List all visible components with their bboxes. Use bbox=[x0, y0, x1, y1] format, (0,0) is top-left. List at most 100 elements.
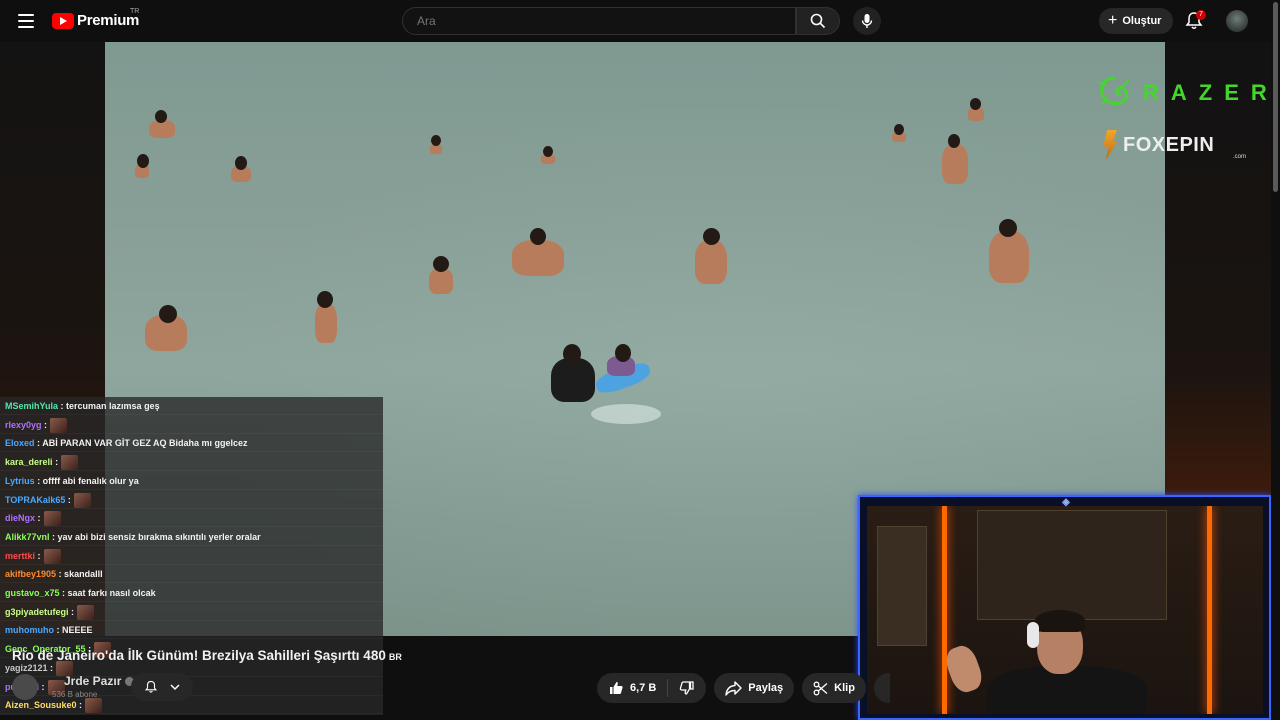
chat-username[interactable]: yagiz2121 bbox=[5, 663, 48, 673]
chat-emote bbox=[61, 455, 79, 471]
chat-text: : tercuman lazımsa geş bbox=[60, 401, 160, 411]
youtube-watch-page: Premium TR + Oluştur 7 bbox=[0, 0, 1280, 720]
chat-text: : bbox=[71, 606, 75, 617]
chat-text: : ABİ PARAN VAR GİT GEZ AQ Bidaha mı gge… bbox=[37, 438, 248, 449]
search-input[interactable] bbox=[417, 14, 777, 28]
like-count: 6,7 B bbox=[630, 682, 657, 694]
chat-text: : bbox=[67, 494, 71, 505]
chat-emote bbox=[43, 511, 61, 527]
channel-name-text: Jrde Pazır bbox=[64, 674, 122, 688]
chat-text: : bbox=[37, 513, 41, 524]
razer-text: RAZER bbox=[1143, 80, 1271, 105]
channel-avatar[interactable] bbox=[12, 674, 38, 700]
chat-text: : bbox=[37, 550, 41, 561]
chat-message: gustavo_x75 : saat farkı nasıl olcak bbox=[0, 584, 383, 602]
plus-icon: + bbox=[1108, 12, 1118, 29]
avatar[interactable] bbox=[1226, 10, 1248, 32]
youtube-play-icon bbox=[52, 12, 74, 29]
chat-username[interactable]: TOPRAKalk65 bbox=[5, 495, 65, 505]
chat-message: muhomuho : NEEEE bbox=[0, 621, 383, 640]
chat-overlay: MSemihYula : tercuman lazımsa geş rlexy0y… bbox=[0, 397, 383, 715]
razer-sponsor: RAZER bbox=[1095, 74, 1271, 112]
chat-username[interactable]: Aizen_Sousuke0 bbox=[5, 700, 77, 710]
neon-light bbox=[942, 506, 947, 714]
dislike-button[interactable] bbox=[668, 673, 706, 703]
clip-button[interactable]: Klip bbox=[802, 673, 866, 703]
chat-username[interactable]: muhomuho bbox=[5, 625, 54, 635]
xd-logo-icon: ◈ bbox=[1062, 497, 1070, 508]
channel-name[interactable]: Jrde Pazır bbox=[64, 674, 135, 688]
share-icon bbox=[725, 680, 742, 696]
chat-username[interactable]: merttki bbox=[5, 551, 35, 561]
youtube-premium-logo[interactable]: Premium bbox=[52, 12, 139, 29]
chat-emote bbox=[77, 604, 95, 620]
voice-search-button[interactable] bbox=[853, 7, 881, 35]
like-button[interactable]: 6,7 B bbox=[597, 673, 667, 703]
chat-username[interactable]: gustavo_x75 bbox=[5, 588, 60, 598]
share-label: Paylaş bbox=[748, 682, 784, 694]
chat-username[interactable]: MSemihYula bbox=[5, 401, 58, 411]
chat-username[interactable]: g3piyadetufegi bbox=[5, 607, 69, 617]
create-label: Oluştur bbox=[1122, 15, 1162, 27]
menu-icon[interactable] bbox=[14, 9, 38, 33]
create-button[interactable]: + Oluştur bbox=[1099, 8, 1173, 34]
chat-username[interactable]: akifbey1905 bbox=[5, 569, 56, 579]
chat-message: merttki : bbox=[0, 547, 383, 565]
chat-emote bbox=[85, 698, 103, 714]
shelf bbox=[977, 510, 1167, 620]
like-dislike-group: 6,7 B bbox=[597, 673, 707, 703]
chat-message: kara_dereli : bbox=[0, 453, 383, 472]
scrollbar-thumb[interactable] bbox=[1273, 2, 1278, 192]
headset bbox=[1027, 622, 1039, 648]
chat-username[interactable]: rlexy0yg bbox=[5, 420, 42, 430]
chat-text: : bbox=[41, 681, 45, 692]
chat-text: : offff abi fenalık olur ya bbox=[37, 475, 139, 486]
chat-text: : bbox=[55, 457, 59, 468]
chat-message: g3piyadetufegi : bbox=[0, 603, 383, 621]
search-button[interactable] bbox=[796, 7, 840, 35]
foxepin-sponsor: FOXEPIN bbox=[1103, 130, 1214, 160]
chat-text: : skandalll bbox=[58, 569, 103, 580]
notification-badge: 7 bbox=[1196, 10, 1206, 20]
razer-snake-icon bbox=[1098, 76, 1130, 105]
wave-foam bbox=[591, 404, 661, 424]
webcam-feed bbox=[867, 506, 1263, 714]
chat-emote bbox=[43, 548, 61, 564]
chat-text: : bbox=[79, 700, 83, 711]
video-title-suffix: BR bbox=[388, 652, 402, 662]
shelf bbox=[877, 526, 927, 646]
video-actions: 6,7 B Paylaş Klip bbox=[597, 673, 890, 703]
foxepin-text: FOXEPIN bbox=[1123, 133, 1215, 156]
chat-username[interactable]: dieNgx bbox=[5, 513, 35, 523]
mic-icon bbox=[861, 14, 873, 28]
streamer-hand bbox=[942, 642, 986, 696]
country-code: TR bbox=[130, 8, 140, 15]
video-title: Rio de Janeiro'da İlk Günüm! Brezilya Sa… bbox=[12, 648, 402, 663]
chat-username[interactable]: Lytrius bbox=[5, 476, 35, 486]
chat-text: : yav abi bizi sensiz bırakma sıkıntılı … bbox=[52, 531, 261, 542]
chat-text: : NEEEE bbox=[56, 625, 93, 636]
scissors-icon bbox=[813, 681, 828, 695]
foxepin-domain: .com bbox=[1233, 154, 1247, 160]
subscriber-count: 536 B abone bbox=[52, 690, 98, 699]
chevron-down-icon bbox=[170, 684, 180, 691]
top-bar: Premium TR + Oluştur 7 bbox=[0, 0, 1280, 42]
webcam-overlay bbox=[858, 495, 1271, 720]
chat-text: : saat farkı nasıl olcak bbox=[62, 588, 156, 598]
chat-username[interactable]: Alikk77vnl bbox=[5, 532, 50, 542]
bell-icon bbox=[144, 680, 158, 693]
subscription-bell-button[interactable] bbox=[131, 673, 193, 701]
neon-light bbox=[1207, 506, 1212, 714]
page-scrollbar[interactable] bbox=[1271, 0, 1280, 720]
chat-username[interactable]: Eloxed bbox=[5, 438, 35, 448]
more-actions-button[interactable] bbox=[873, 673, 890, 703]
chat-username[interactable]: kara_dereli bbox=[5, 457, 53, 467]
chat-message: akifbey1905 : skandalll bbox=[0, 565, 383, 584]
clip-label: Klip bbox=[834, 682, 855, 694]
search-icon bbox=[810, 13, 826, 29]
chat-message: Alikk77vnl : yav abi bizi sensiz bırakma… bbox=[0, 528, 383, 546]
share-button[interactable]: Paylaş bbox=[714, 673, 795, 703]
thumbs-down-icon bbox=[680, 681, 694, 695]
chat-message: rlexy0yg : bbox=[0, 416, 383, 434]
chat-message: Eloxed : ABİ PARAN VAR GİT GEZ AQ Bidaha… bbox=[0, 434, 383, 453]
